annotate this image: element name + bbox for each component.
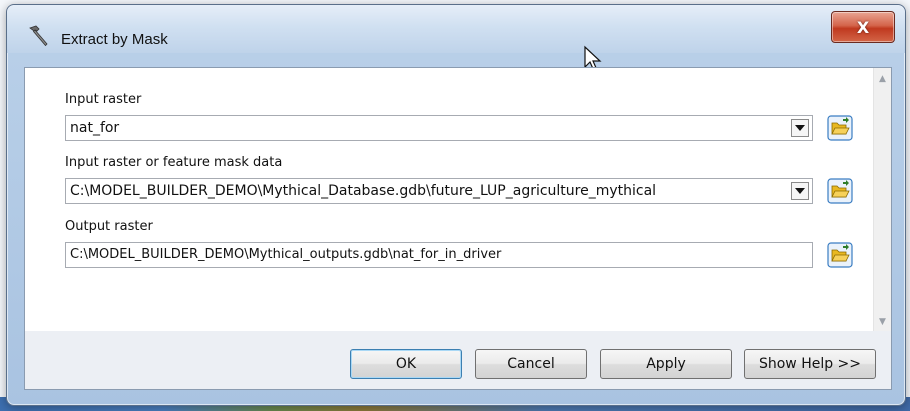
mask-data-label: Input raster or feature mask data	[65, 155, 283, 170]
input-raster-combobox[interactable]: nat_for	[65, 115, 813, 141]
dropdown-arrow-icon[interactable]	[791, 182, 809, 200]
cancel-button[interactable]: Cancel	[475, 349, 587, 379]
output-raster-input[interactable]: C:\MODEL_BUILDER_DEMO\Mythical_outputs.g…	[65, 242, 813, 268]
open-folder-icon[interactable]	[827, 178, 853, 204]
mask-data-combobox[interactable]: C:\MODEL_BUILDER_DEMO\Mythical_Database.…	[65, 178, 813, 204]
mask-data-value: C:\MODEL_BUILDER_DEMO\Mythical_Database.…	[70, 183, 657, 199]
input-raster-value: nat_for	[70, 120, 120, 136]
scroll-down-icon[interactable]: ▼	[874, 313, 891, 330]
apply-button[interactable]: Apply	[600, 349, 732, 379]
input-raster-label: Input raster	[65, 92, 142, 107]
open-folder-icon[interactable]	[827, 115, 853, 141]
window-title: Extract by Mask	[61, 31, 168, 48]
parameters-panel: ▲ ▼ Input raster nat_for Input raster or…	[24, 67, 892, 333]
output-raster-label: Output raster	[65, 219, 153, 234]
output-raster-value: C:\MODEL_BUILDER_DEMO\Mythical_outputs.g…	[70, 247, 502, 262]
extract-by-mask-dialog: Extract by Mask X ▲ ▼ Input raster nat_f…	[6, 4, 906, 406]
dialog-button-bar: OK Cancel Apply Show Help >>	[24, 331, 892, 390]
close-button[interactable]: X	[831, 11, 895, 43]
open-folder-icon[interactable]	[827, 242, 853, 268]
show-help-button[interactable]: Show Help >>	[744, 349, 876, 379]
title-bar[interactable]: Extract by Mask X	[7, 5, 905, 53]
scroll-up-icon[interactable]: ▲	[874, 70, 891, 87]
dropdown-arrow-icon[interactable]	[791, 119, 809, 137]
ok-button[interactable]: OK	[350, 349, 462, 379]
hammer-icon	[29, 25, 48, 47]
vertical-scrollbar[interactable]: ▲ ▼	[873, 68, 891, 332]
